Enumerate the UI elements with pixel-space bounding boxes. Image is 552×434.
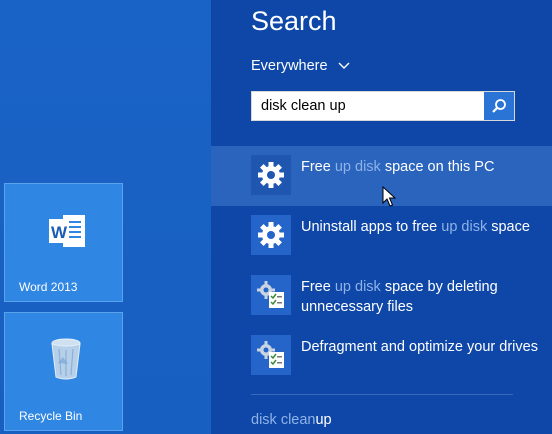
tile-label: Word 2013 bbox=[19, 280, 78, 294]
search-button[interactable] bbox=[484, 92, 514, 120]
search-suggestion[interactable]: disk cleanup bbox=[251, 412, 332, 428]
result-text: Free up disk space by deleting unnecessa… bbox=[301, 279, 498, 315]
result-delete-unnecessary-files[interactable]: Free up disk space by deleting unnecessa… bbox=[211, 266, 552, 326]
settings-checklist-icon bbox=[251, 275, 291, 315]
result-text: Free up disk space on this PC bbox=[301, 159, 495, 175]
svg-text:W: W bbox=[51, 223, 68, 242]
search-title: Search bbox=[251, 6, 337, 36]
tile-label: Recycle Bin bbox=[19, 409, 83, 423]
tile-word-2013[interactable]: W Word 2013 bbox=[4, 183, 123, 302]
settings-checklist-icon bbox=[251, 335, 291, 375]
result-text: Defragment and optimize your drives bbox=[301, 339, 538, 355]
result-uninstall-apps[interactable]: Uninstall apps to free up disk space bbox=[211, 206, 552, 266]
search-results: Free up disk space on this PC Uninstall bbox=[211, 146, 552, 386]
word-icon: W bbox=[49, 215, 85, 247]
magnifier-icon bbox=[492, 99, 506, 113]
scope-dropdown[interactable]: Everywhere bbox=[251, 58, 350, 74]
result-defragment-drives[interactable]: Defragment and optimize your drives bbox=[211, 326, 552, 386]
results-divider bbox=[251, 394, 513, 395]
tile-recycle-bin[interactable]: Recycle Bin bbox=[4, 312, 123, 431]
search-box bbox=[251, 91, 515, 121]
scope-label: Everywhere bbox=[251, 58, 328, 74]
search-input[interactable] bbox=[252, 92, 484, 120]
result-text: Uninstall apps to free up disk space bbox=[301, 219, 530, 235]
gear-icon bbox=[251, 215, 291, 255]
chevron-down-icon bbox=[338, 62, 350, 69]
mouse-pointer-icon bbox=[382, 186, 396, 207]
recycle-bin-icon bbox=[51, 338, 81, 380]
gear-icon bbox=[251, 155, 291, 195]
